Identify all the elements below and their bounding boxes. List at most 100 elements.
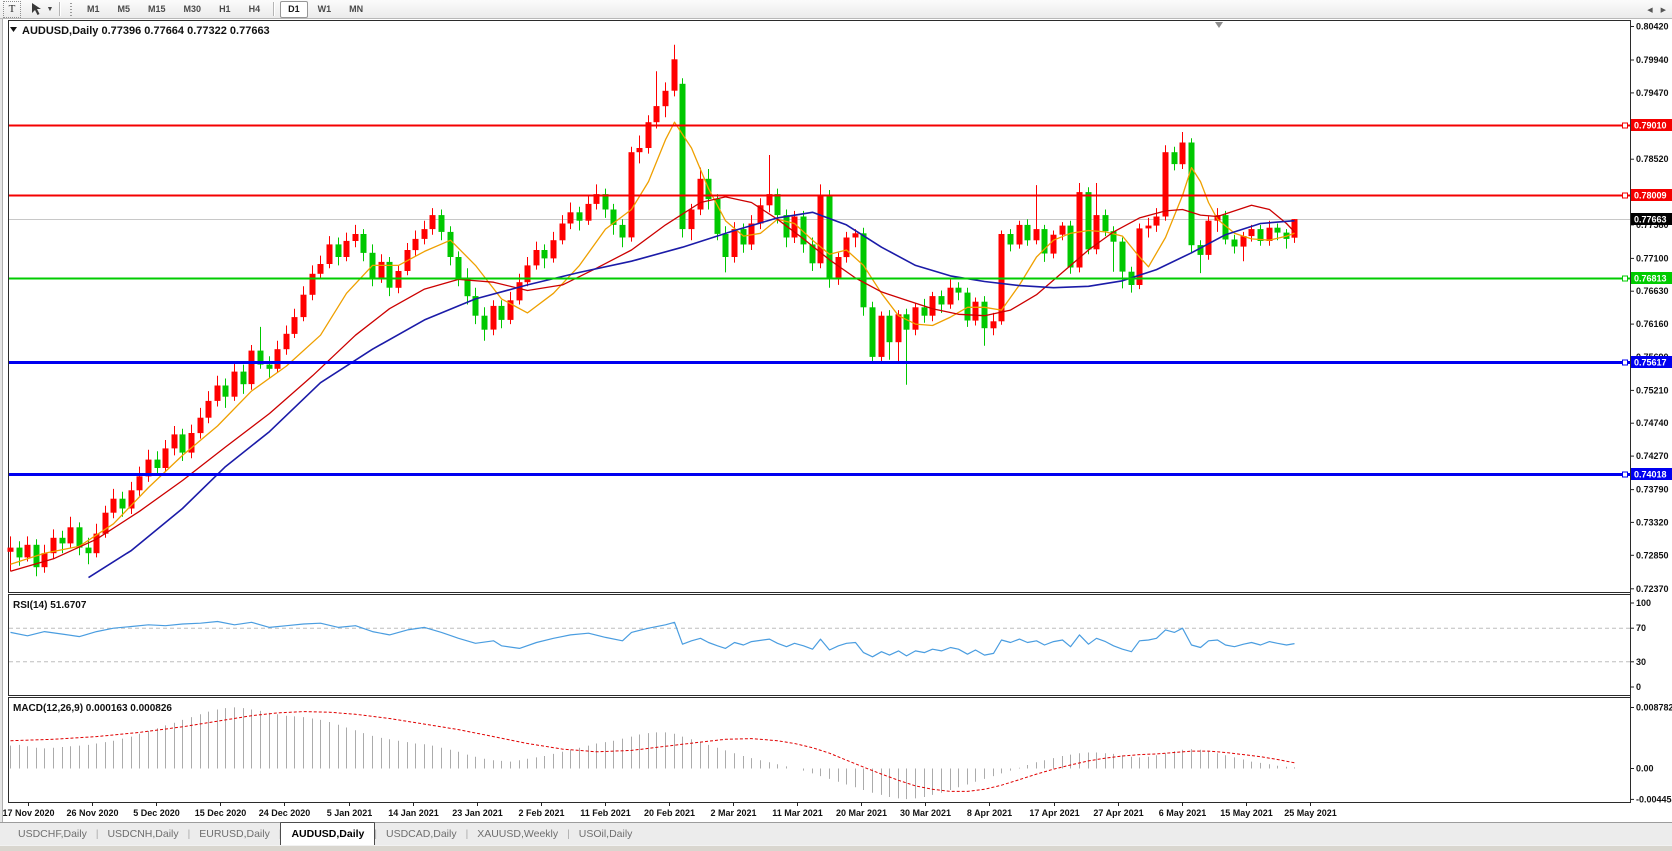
price-axis-label: 0.72370 (1636, 584, 1669, 594)
candle-body-up (731, 229, 738, 257)
candle-body-up (1016, 224, 1023, 245)
candle-body-up (283, 333, 290, 350)
text-tool-button[interactable]: T (3, 0, 21, 18)
tab-audusd[interactable]: AUDUSD,Daily (280, 822, 376, 846)
candle-body-down (921, 307, 928, 316)
line-end-marker[interactable] (1622, 359, 1628, 366)
timeframe-button-d1[interactable]: D1 (280, 0, 308, 18)
date-axis-label: 15 Dec 2020 (195, 808, 247, 818)
candle-body-up (197, 417, 204, 434)
tab-scroll-arrows: ◀ ▶ (1647, 5, 1666, 17)
timeframe-button-h1[interactable]: H1 (211, 1, 239, 18)
line-end-marker[interactable] (1622, 471, 1628, 478)
tab-xauusd[interactable]: XAUUSD,Weekly (467, 824, 568, 844)
price-badge-label: 0.76813 (1634, 274, 1667, 284)
candle-body-up (852, 233, 859, 238)
candle-body-down (903, 314, 910, 330)
rsi-axis-label: 100 (1636, 598, 1651, 608)
candle-body-down (16, 547, 23, 558)
candle-body-up (110, 498, 117, 513)
candle-body-down (481, 315, 488, 330)
line-end-marker[interactable] (1622, 122, 1628, 129)
candle-body-down (679, 83, 686, 230)
toolbar: T ▼ M1 M5 M15 M30 H1 H4 D1 W1 MN (0, 0, 1672, 19)
candle-body-up (929, 296, 936, 316)
candle-body-down (826, 195, 833, 280)
date-axis-label: 27 Apr 2021 (1093, 808, 1143, 818)
price-badge-label: 0.79010 (1634, 121, 1667, 131)
price-axis-label: 0.76630 (1636, 286, 1669, 296)
date-axis-label: 14 Jan 2021 (388, 808, 439, 818)
chart-area[interactable]: AUDUSD,Daily 0.77396 0.77664 0.77322 0.7… (0, 19, 1672, 822)
tab-eurusd[interactable]: EURUSD,Daily (189, 824, 280, 844)
price-badge-label: 0.78009 (1634, 191, 1667, 201)
date-axis-label: 17 Nov 2020 (2, 808, 54, 818)
timeframe-button-m1[interactable]: M1 (79, 1, 108, 18)
candle-body-up (1291, 219, 1298, 238)
line-end-marker[interactable] (1622, 275, 1628, 282)
timeframe-button-m15[interactable]: M15 (140, 1, 174, 18)
candle-body-up (585, 203, 592, 221)
candle-body-down (447, 231, 454, 257)
candle-body-up (291, 317, 298, 334)
candle-body-up (7, 547, 14, 552)
tab-usoil[interactable]: USOil,Daily (569, 824, 643, 844)
date-axis-label: 2 Feb 2021 (518, 808, 564, 818)
candle-body-up (421, 229, 428, 239)
line-end-marker[interactable] (1622, 192, 1628, 199)
timeframe-button-mn[interactable]: MN (341, 1, 371, 18)
candle-body-down (1231, 239, 1238, 247)
candle-body-up (550, 240, 557, 259)
candle-body-down (59, 537, 66, 544)
candle-body-up (274, 349, 281, 369)
candle-body-up (895, 314, 902, 343)
candle-body-up (231, 371, 238, 397)
candle-body-down (1171, 152, 1178, 165)
price-axis-label: 0.78520 (1636, 154, 1669, 164)
rsi-axis-label: 30 (1636, 657, 1646, 667)
timeframe-button-m30[interactable]: M30 (176, 1, 210, 18)
price-badge-label: 0.75617 (1634, 358, 1667, 368)
cursor-tool-dropdown[interactable]: ▼ (45, 2, 55, 17)
candle-body-up (490, 305, 497, 330)
candle-body-down (1024, 224, 1031, 241)
date-axis-label: 20 Feb 2021 (644, 808, 695, 818)
macd-label: MACD(12,26,9) 0.000163 0.000826 (13, 703, 172, 714)
date-axis-label: 8 Apr 2021 (967, 808, 1012, 818)
window-bottom-edge (0, 845, 1672, 851)
cursor-tool-button[interactable] (27, 2, 45, 17)
macd-axis-label: 0.00 (1636, 764, 1654, 774)
tab-usdcad[interactable]: USDCAD,Daily (376, 824, 467, 844)
candle-body-up (662, 90, 669, 107)
symbol-tab-bar: USDCHF,Daily|USDCNH,Daily|EURUSD,Daily|A… (0, 822, 1672, 846)
timeframe-button-m5[interactable]: M5 (110, 1, 139, 18)
timeframe-button-h4[interactable]: H4 (241, 1, 269, 18)
rsi-label: RSI(14) 51.6707 (13, 600, 87, 611)
toolbar-separator (273, 2, 276, 16)
timeframe-button-w1[interactable]: W1 (310, 1, 340, 18)
date-axis-label: 25 May 2021 (1284, 808, 1337, 818)
tab-usdcnh[interactable]: USDCNH,Daily (97, 824, 188, 844)
date-axis-label: 2 Mar 2021 (710, 808, 756, 818)
tab-scroll-left-icon[interactable]: ◀ (1647, 5, 1652, 17)
timeframe-group: M1 M5 M15 M30 H1 H4 D1 W1 MN (78, 0, 372, 19)
candle-body-up (1179, 142, 1186, 165)
candle-body-down (740, 229, 747, 245)
macd-axis-label: -0.004455 (1636, 794, 1672, 804)
candle-body-up (1153, 216, 1160, 226)
toolbar-grip[interactable] (69, 2, 74, 16)
candle-body-up (24, 544, 31, 558)
candle-body-down (774, 194, 781, 216)
candle-body-up (688, 209, 695, 230)
tab-usdchf[interactable]: USDCHF,Daily (8, 824, 97, 844)
candle-body-down (886, 315, 893, 343)
candle-body-up (878, 315, 885, 357)
candle-body-down (938, 296, 945, 305)
date-axis-label: 6 May 2021 (1159, 808, 1207, 818)
candle-body-up (1240, 236, 1247, 247)
date-axis-label: 5 Jan 2021 (327, 808, 373, 818)
candle-body-up (1059, 225, 1066, 235)
tab-scroll-right-icon[interactable]: ▶ (1661, 5, 1666, 17)
candle-body-up (171, 434, 178, 449)
main-panel-frame (8, 20, 1631, 593)
